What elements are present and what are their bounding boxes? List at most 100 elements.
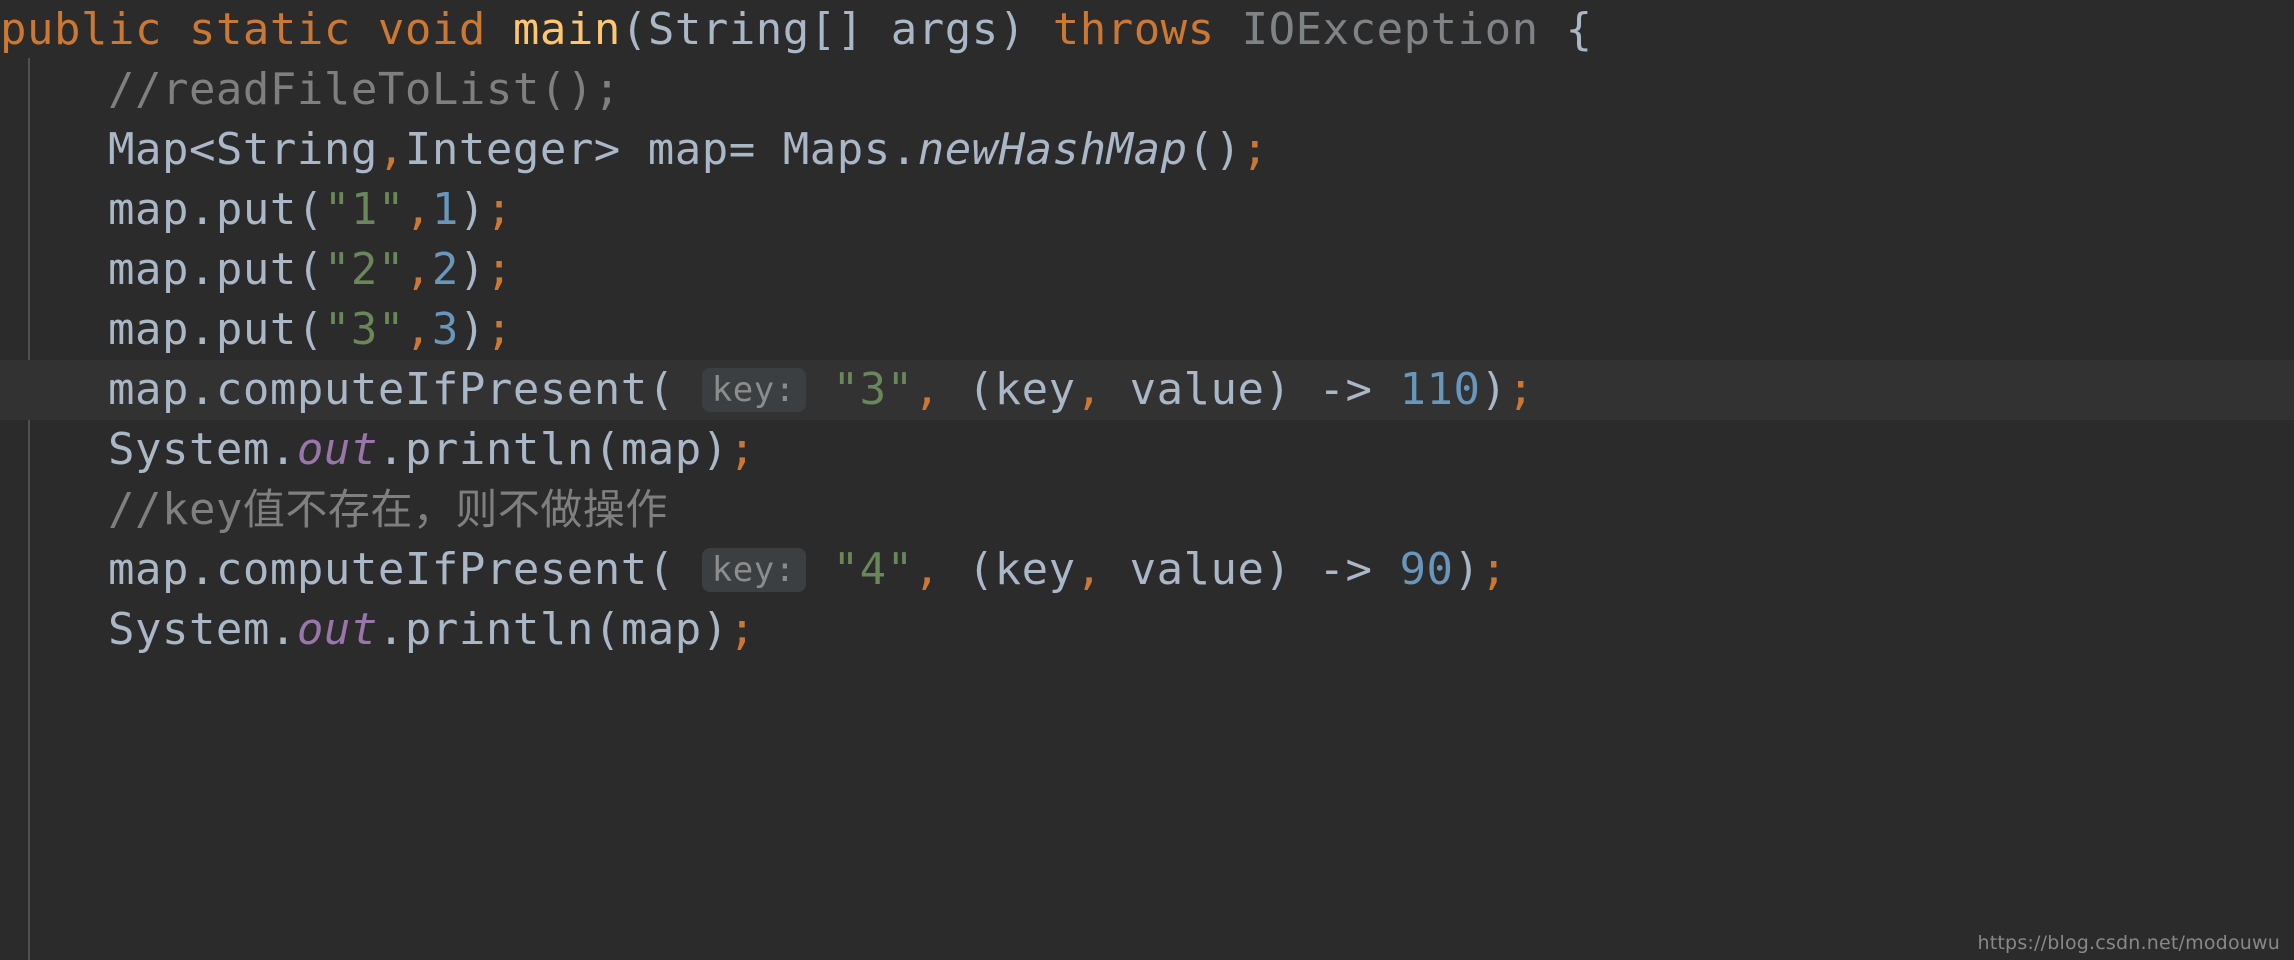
code-line-text: System.out.println(map);	[0, 600, 756, 660]
code-token-punct: ()	[1187, 124, 1242, 175]
code-token-punct: )	[1453, 544, 1481, 595]
code-token-ident: [] args)	[809, 4, 1053, 55]
code-token-keyword: void	[377, 4, 486, 55]
code-token-dim: IOException	[1241, 4, 1539, 55]
code-line[interactable]: //readFileToList();	[0, 60, 2294, 120]
code-line[interactable]: map.put("3",3);	[0, 300, 2294, 360]
code-line-text: System.out.println(map);	[0, 420, 756, 480]
code-token-ident: map.put(	[107, 304, 324, 355]
code-token-ident: System	[107, 424, 270, 475]
code-line-text: map.computeIfPresent( key: "4", (key, va…	[0, 540, 1507, 600]
code-line-text: //readFileToList();	[0, 60, 621, 120]
code-token-ident: System	[107, 604, 270, 655]
code-token-punct: )	[458, 184, 486, 235]
code-line-text: map.put("2",2);	[0, 240, 513, 300]
code-line[interactable]: System.out.println(map);	[0, 420, 2294, 480]
code-token-string: "1"	[323, 184, 405, 235]
parameter-name-hint[interactable]: key:	[701, 548, 806, 592]
code-token-ident: map.put(	[107, 244, 324, 295]
code-line[interactable]: map.put("1",1);	[0, 180, 2294, 240]
code-token-string: "3"	[323, 304, 405, 355]
code-token-ident: Integer> map= Maps	[404, 124, 891, 175]
code-token-punct: (	[620, 4, 648, 55]
code-token-string: "4"	[832, 544, 914, 595]
code-token-italic: newHashMap	[917, 124, 1188, 175]
code-token-ident: (key	[940, 364, 1076, 415]
code-line[interactable]: map.computeIfPresent( key: "3", (key, va…	[0, 360, 2294, 420]
code-token-comma: ,	[913, 364, 941, 415]
code-line[interactable]: //key值不存在，则不做操作	[0, 480, 2294, 540]
code-token-semi: ;	[485, 184, 513, 235]
code-token-comment: //key	[107, 484, 243, 535]
code-content[interactable]: public static void main(String[] args) t…	[0, 0, 2294, 660]
code-token-comma: ,	[377, 124, 405, 175]
code-token-punct: {	[1538, 4, 1593, 55]
code-line[interactable]: map.computeIfPresent( key: "4", (key, va…	[0, 540, 2294, 600]
code-token-comma: ,	[404, 184, 432, 235]
code-token-ident: (key	[940, 544, 1076, 595]
code-line-text: Map<String,Integer> map= Maps.newHashMap…	[0, 120, 1269, 180]
code-token-static: out	[296, 604, 378, 655]
parameter-name-hint[interactable]: key:	[701, 368, 806, 412]
code-token-number: 3	[431, 304, 459, 355]
code-token-number: 2	[431, 244, 459, 295]
code-token-semi: ;	[728, 424, 756, 475]
code-token-comma: ,	[913, 544, 941, 595]
code-token-ident: map.computeIfPresent(	[107, 544, 675, 595]
code-token-semi: ;	[728, 604, 756, 655]
code-line-text: map.put("1",1);	[0, 180, 513, 240]
code-token-method: main	[512, 4, 621, 55]
code-token-comment: 值不存在，则不做操作	[242, 485, 668, 534]
code-line[interactable]: Map<String,Integer> map= Maps.newHashMap…	[0, 120, 2294, 180]
code-token-ident: .println(map)	[377, 604, 729, 655]
code-line[interactable]: public static void main(String[] args) t…	[0, 0, 2294, 60]
code-token-comma: ,	[1075, 544, 1103, 595]
code-line-text: map.put("3",3);	[0, 300, 513, 360]
code-token-keyword: throws	[1052, 4, 1215, 55]
code-token-number: 110	[1399, 364, 1481, 415]
code-line[interactable]: map.put("2",2);	[0, 240, 2294, 300]
code-token-punct: .	[890, 124, 918, 175]
code-token-punct: .	[269, 604, 297, 655]
code-token-semi: ;	[1480, 544, 1508, 595]
code-token-punct: )	[458, 244, 486, 295]
code-token-punct: )	[458, 304, 486, 355]
code-token-static: out	[296, 424, 378, 475]
code-token-keyword: public	[0, 4, 162, 55]
code-token-ident: String	[647, 4, 810, 55]
code-line-text: map.computeIfPresent( key: "3", (key, va…	[0, 360, 1534, 420]
code-token-keyword: static	[188, 4, 351, 55]
code-token-string: "3"	[832, 364, 914, 415]
code-token-comma: ,	[404, 304, 432, 355]
code-token-ident: .println(map)	[377, 424, 729, 475]
code-editor[interactable]: public static void main(String[] args) t…	[0, 0, 2294, 960]
code-token-comment: //readFileToList();	[107, 64, 621, 115]
code-token-punct: )	[1480, 364, 1508, 415]
watermark-url: https://blog.csdn.net/modouwu	[1977, 932, 2280, 954]
code-token-punct: .	[269, 424, 297, 475]
code-token-ident: value) ->	[1102, 544, 1400, 595]
code-token-number: 1	[431, 184, 459, 235]
code-token-comma: ,	[1075, 364, 1103, 415]
code-token-comma: ,	[404, 244, 432, 295]
code-token-semi: ;	[485, 244, 513, 295]
code-token-ident: value) ->	[1102, 364, 1400, 415]
code-line-text: //key值不存在，则不做操作	[0, 480, 668, 540]
code-line[interactable]: System.out.println(map);	[0, 600, 2294, 660]
code-token-ident: map.put(	[107, 184, 324, 235]
